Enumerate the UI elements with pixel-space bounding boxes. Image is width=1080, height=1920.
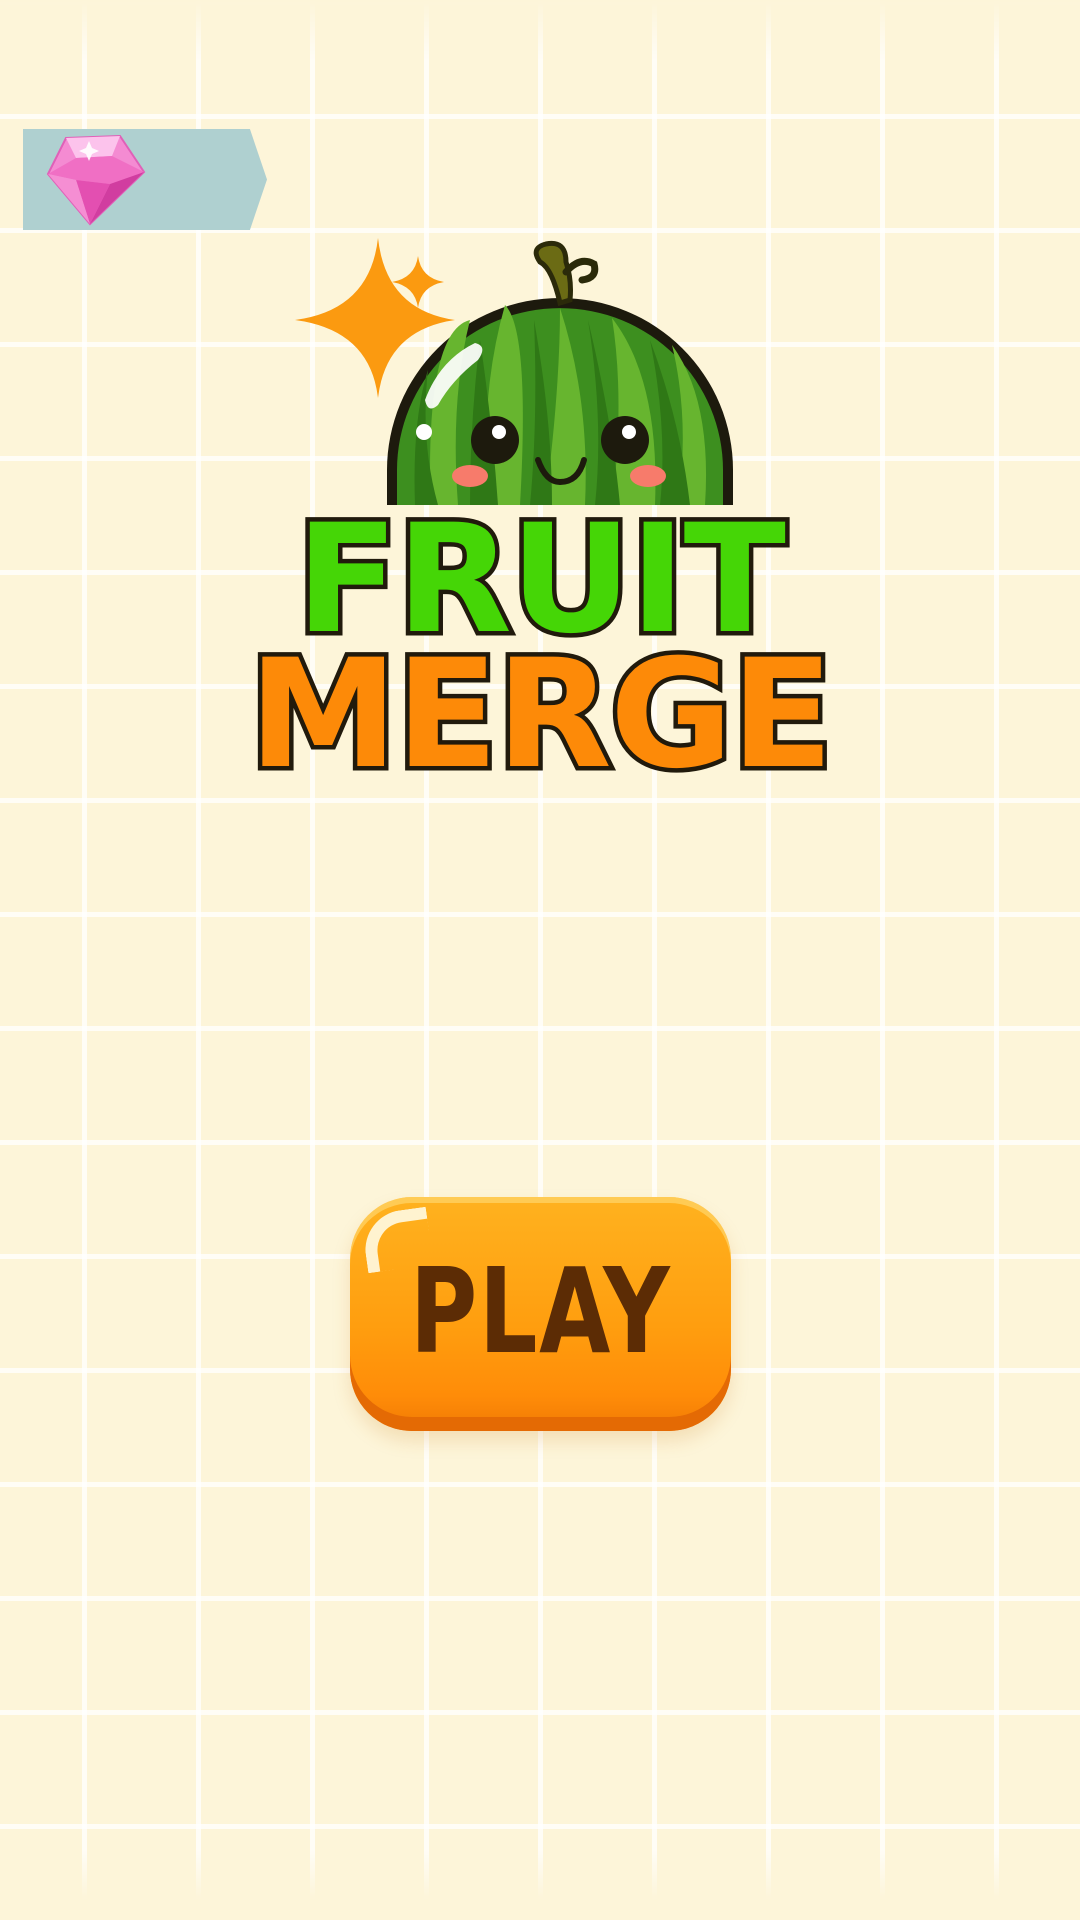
play-button-label: PLAY xyxy=(409,1242,672,1380)
pink-gem-icon xyxy=(46,134,146,226)
title-merge: MERGE xyxy=(244,628,838,802)
play-button[interactable]: PLAY xyxy=(350,1197,731,1431)
